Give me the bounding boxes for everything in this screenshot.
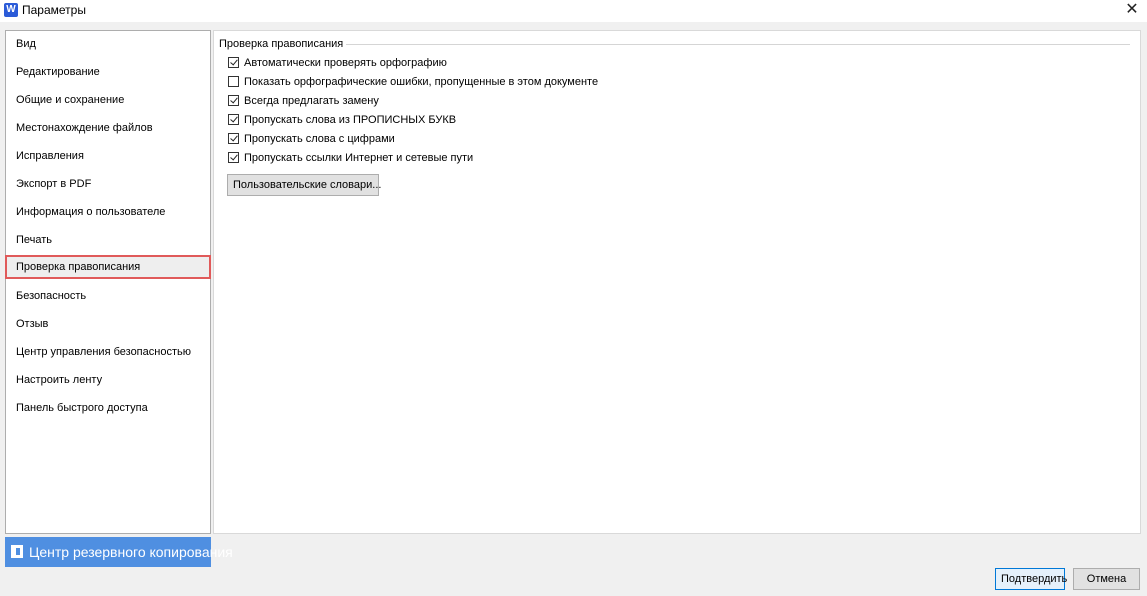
backup-center-button[interactable]: Центр резервного копирования bbox=[5, 537, 233, 567]
sidebar-item-view[interactable]: Вид bbox=[6, 33, 210, 55]
sidebar-item-feedback[interactable]: Отзыв bbox=[6, 313, 210, 335]
option-label: Показать орфографические ошибки, пропуще… bbox=[244, 75, 599, 88]
option-label: Автоматически проверять орфографию bbox=[244, 56, 447, 69]
sidebar-item-corrections[interactable]: Исправления bbox=[6, 145, 210, 167]
option-label: Всегда предлагать замену bbox=[244, 94, 379, 107]
sidebar-item-trust-center[interactable]: Центр управления безопасностью bbox=[6, 341, 210, 363]
sidebar-item-general-save[interactable]: Общие и сохранение bbox=[6, 89, 210, 111]
window-title: Параметры bbox=[22, 3, 86, 17]
document-icon bbox=[11, 545, 23, 558]
sidebar-item-file-locations[interactable]: Местонахождение файлов bbox=[6, 117, 210, 139]
confirm-button[interactable]: Подтвердить bbox=[995, 568, 1067, 590]
checkbox[interactable] bbox=[228, 76, 239, 87]
group-divider bbox=[344, 44, 1130, 45]
sidebar-item-user-info[interactable]: Информация о пользователе bbox=[6, 201, 210, 223]
sidebar-item-spelling[interactable]: Проверка правописания bbox=[5, 255, 211, 279]
checkbox[interactable] bbox=[228, 152, 239, 163]
close-icon: ✕ bbox=[1125, 1, 1139, 18]
option-label: Пропускать ссылки Интернет и сетевые пут… bbox=[244, 151, 474, 164]
sidebar-item-print[interactable]: Печать bbox=[6, 229, 210, 251]
app-logo-icon: W bbox=[4, 3, 18, 17]
option-label: Пропускать слова из ПРОПИСНЫХ БУКВ bbox=[244, 113, 457, 126]
option-label: Пропускать слова с цифрами bbox=[244, 132, 395, 145]
option-always-suggest[interactable]: Всегда предлагать замену bbox=[228, 92, 379, 109]
spelling-panel: Проверка правописания Автоматически пров… bbox=[213, 30, 1141, 534]
sidebar-item-quick-access[interactable]: Панель быстрого доступа bbox=[6, 397, 210, 419]
title-bar: W Параметры ✕ bbox=[0, 0, 1147, 22]
sidebar-item-security[interactable]: Безопасность bbox=[6, 285, 210, 307]
option-ignore-internet-paths[interactable]: Пропускать ссылки Интернет и сетевые пут… bbox=[228, 149, 473, 166]
sidebar-item-export-pdf[interactable]: Экспорт в PDF bbox=[6, 173, 210, 195]
options-sidebar: Вид Редактирование Общие и сохранение Ме… bbox=[5, 30, 211, 534]
checkbox[interactable] bbox=[228, 57, 239, 68]
backup-center-label: Центр резервного копирования bbox=[29, 544, 233, 560]
checkbox[interactable] bbox=[228, 133, 239, 144]
option-ignore-numbers[interactable]: Пропускать слова с цифрами bbox=[228, 130, 395, 147]
option-ignore-uppercase[interactable]: Пропускать слова из ПРОПИСНЫХ БУКВ bbox=[228, 111, 456, 128]
checkbox[interactable] bbox=[228, 114, 239, 125]
custom-dictionaries-button[interactable]: Пользовательские словари... bbox=[227, 174, 381, 196]
sidebar-item-editing[interactable]: Редактирование bbox=[6, 61, 210, 83]
group-title: Проверка правописания bbox=[219, 38, 347, 50]
close-button[interactable]: ✕ bbox=[1123, 1, 1141, 19]
cancel-button[interactable]: Отмена bbox=[1073, 568, 1140, 590]
checkbox[interactable] bbox=[228, 95, 239, 106]
option-auto-check-spelling[interactable]: Автоматически проверять орфографию bbox=[228, 54, 447, 71]
sidebar-item-customize-ribbon[interactable]: Настроить ленту bbox=[6, 369, 210, 391]
option-show-hidden-errors[interactable]: Показать орфографические ошибки, пропуще… bbox=[228, 73, 598, 90]
